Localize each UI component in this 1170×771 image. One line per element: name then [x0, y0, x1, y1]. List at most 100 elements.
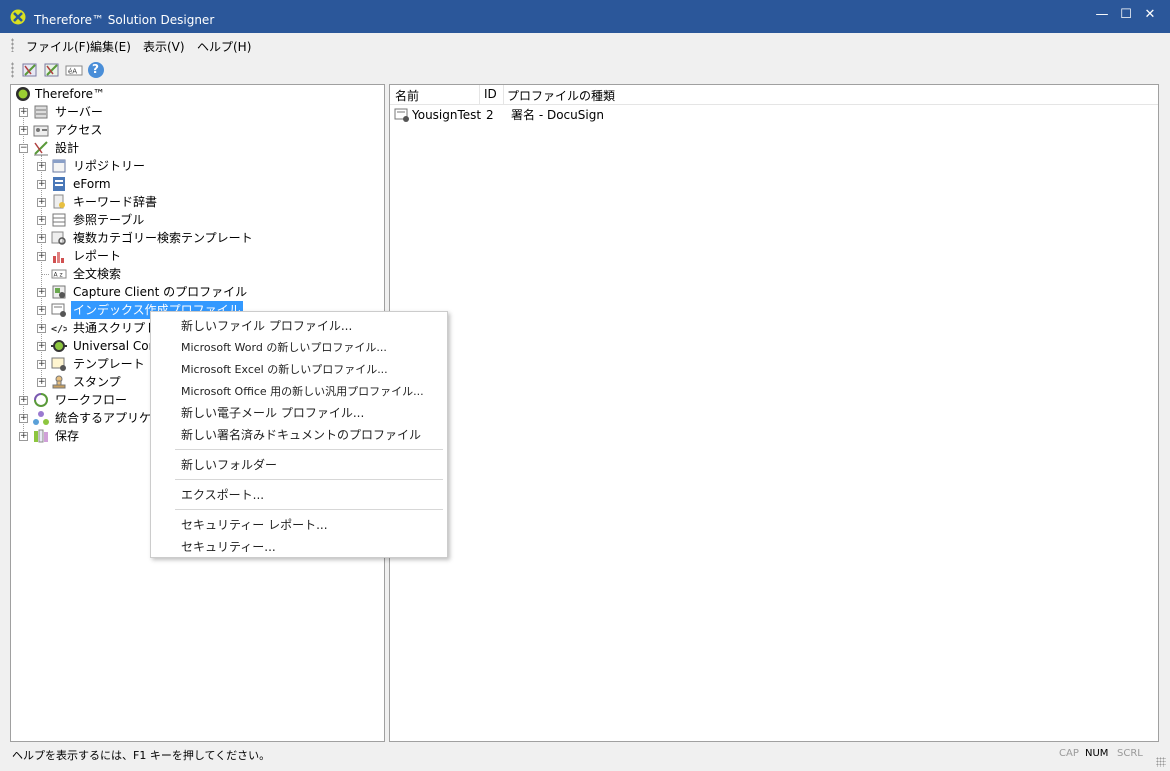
toolbar-grip[interactable]: [11, 62, 14, 78]
minimize-button[interactable]: —: [1090, 6, 1114, 24]
tree-root-label: Therefore™: [35, 87, 105, 101]
menu-view[interactable]: 表示(V): [143, 38, 185, 55]
text-search-icon[interactable]: éA: [65, 61, 83, 79]
expander-plus-icon[interactable]: +: [37, 216, 46, 225]
expander-plus-icon[interactable]: +: [37, 360, 46, 369]
expander-plus-icon[interactable]: +: [37, 198, 46, 207]
status-num: NUM: [1085, 748, 1109, 759]
template-icon: [51, 356, 67, 372]
menu-new-signed-doc-profile[interactable]: 新しい署名済みドキュメントのプロファイル: [181, 426, 421, 443]
expander-plus-icon[interactable]: +: [37, 252, 46, 261]
menu-bar: ファイル(F) 編集(E) 表示(V) ヘルプ(H): [0, 33, 1170, 57]
resize-grip-icon[interactable]: [1156, 757, 1166, 767]
tree-label: 全文検索: [73, 267, 122, 281]
menu-new-folder[interactable]: 新しいフォルダー: [181, 456, 277, 473]
expander-plus-icon[interactable]: +: [37, 324, 46, 333]
menu-security[interactable]: セキュリティー...: [181, 538, 276, 555]
menu-separator: [175, 449, 443, 450]
expander-plus-icon[interactable]: +: [37, 306, 46, 315]
table-icon: [51, 212, 67, 228]
expander-plus-icon[interactable]: +: [19, 108, 28, 117]
menu-security-report[interactable]: セキュリティー レポート...: [181, 516, 328, 533]
tree-label: ワークフロー: [55, 393, 128, 407]
expander-minus-icon[interactable]: −: [19, 144, 28, 153]
menu-export[interactable]: エクスポート...: [181, 486, 264, 503]
tree-label: 共通スクリプト: [73, 321, 158, 335]
status-help-text: ヘルプを表示するには、F1 キーを押してください。: [12, 749, 271, 762]
menu-new-file-profile[interactable]: 新しいファイル プロファイル...: [181, 317, 352, 334]
tree-label: キーワード辞書: [73, 195, 158, 209]
server-icon: [33, 104, 49, 120]
search-template-icon: [51, 230, 67, 246]
menu-file[interactable]: ファイル(F): [26, 38, 90, 55]
status-cap: CAP: [1059, 748, 1079, 759]
expander-plus-icon[interactable]: +: [19, 396, 28, 405]
svg-text:éA: éA: [68, 68, 77, 76]
tree-label: Capture Client のプロファイル: [73, 285, 248, 299]
help-glyph: ?: [92, 62, 99, 76]
menu-separator: [175, 479, 443, 480]
report-icon: [51, 248, 67, 264]
tree-label: 参照テーブル: [73, 213, 145, 227]
therefore-logo-icon: [15, 86, 31, 102]
column-header-name[interactable]: 名前: [395, 87, 419, 104]
expander-plus-icon[interactable]: +: [37, 180, 46, 189]
menu-edit[interactable]: 編集(E): [90, 38, 131, 55]
menu-new-email-profile[interactable]: 新しい電子メール プロファイル...: [181, 404, 364, 421]
stamp-icon: [51, 374, 67, 390]
expander-plus-icon[interactable]: +: [37, 288, 46, 297]
menu-grip[interactable]: [11, 38, 14, 52]
integration-icon: [33, 410, 49, 426]
maximize-button[interactable]: ☐: [1114, 6, 1138, 24]
tree-label: 統合するアプリケー: [55, 411, 164, 425]
svg-text:A z: A z: [54, 272, 63, 279]
status-bar: ヘルプを表示するには、F1 キーを押してください。 CAP NUM SCRL: [0, 744, 1170, 771]
title-bar: Therefore™ Solution Designer — ☐ ✕: [0, 0, 1170, 33]
expander-plus-icon[interactable]: +: [19, 414, 28, 423]
expander-plus-icon[interactable]: +: [19, 126, 28, 135]
design-check-icon[interactable]: [43, 61, 61, 79]
expander-plus-icon[interactable]: +: [19, 432, 28, 441]
column-header-id[interactable]: ID: [484, 87, 497, 101]
list-pane[interactable]: 名前 ID プロファイルの種類 YousignTest 2 署名 - DocuS…: [389, 84, 1159, 742]
list-row[interactable]: YousignTest 2 署名 - DocuSign: [390, 106, 1158, 124]
status-scrl: SCRL: [1117, 748, 1143, 759]
capture-profile-icon: [51, 284, 67, 300]
tree-label: 複数カテゴリー検索テンプレート: [73, 231, 253, 245]
row-id: 2: [486, 108, 494, 122]
context-menu: 新しいファイル プロファイル... Microsoft Word の新しいプロフ…: [150, 311, 448, 558]
row-type: 署名 - DocuSign: [511, 108, 604, 122]
help-icon[interactable]: ?: [87, 61, 105, 79]
close-button[interactable]: ✕: [1138, 6, 1162, 24]
eform-icon: [51, 176, 67, 192]
menu-separator: [175, 509, 443, 510]
index-profile-icon: [394, 107, 410, 123]
app-logo-icon: [10, 9, 26, 25]
list-header: 名前 ID プロファイルの種類: [390, 85, 1158, 105]
expander-plus-icon[interactable]: +: [37, 162, 46, 171]
menu-new-excel-profile[interactable]: Microsoft Excel の新しいプロファイル...: [181, 361, 388, 377]
tree-label: サーバー: [55, 105, 103, 119]
tree-label: eForm: [73, 177, 111, 191]
window-title: Therefore™ Solution Designer: [34, 13, 215, 27]
expander-plus-icon[interactable]: +: [37, 378, 46, 387]
tree-label: アクセス: [55, 123, 103, 137]
fulltext-search-icon: A z: [51, 266, 67, 282]
column-header-type[interactable]: プロファイルの種類: [507, 87, 615, 104]
menu-new-office-profile[interactable]: Microsoft Office 用の新しい汎用プロファイル...: [181, 383, 424, 399]
script-icon: </>: [51, 320, 67, 336]
expander-plus-icon[interactable]: +: [37, 342, 46, 351]
design-tool-icon[interactable]: [21, 61, 39, 79]
row-name: YousignTest: [412, 108, 482, 122]
storage-icon: [33, 428, 49, 444]
tree-label: 保存: [55, 429, 80, 443]
expander-plus-icon[interactable]: +: [37, 234, 46, 243]
svg-text:</>: </>: [51, 324, 67, 335]
tree-label: 設計: [55, 141, 80, 155]
menu-help[interactable]: ヘルプ(H): [197, 38, 251, 55]
menu-new-word-profile[interactable]: Microsoft Word の新しいプロファイル...: [181, 339, 387, 355]
keyword-icon: [51, 194, 67, 210]
workflow-icon: [33, 392, 49, 408]
tree-label: レポート: [73, 249, 122, 263]
connector-icon: [51, 338, 67, 354]
